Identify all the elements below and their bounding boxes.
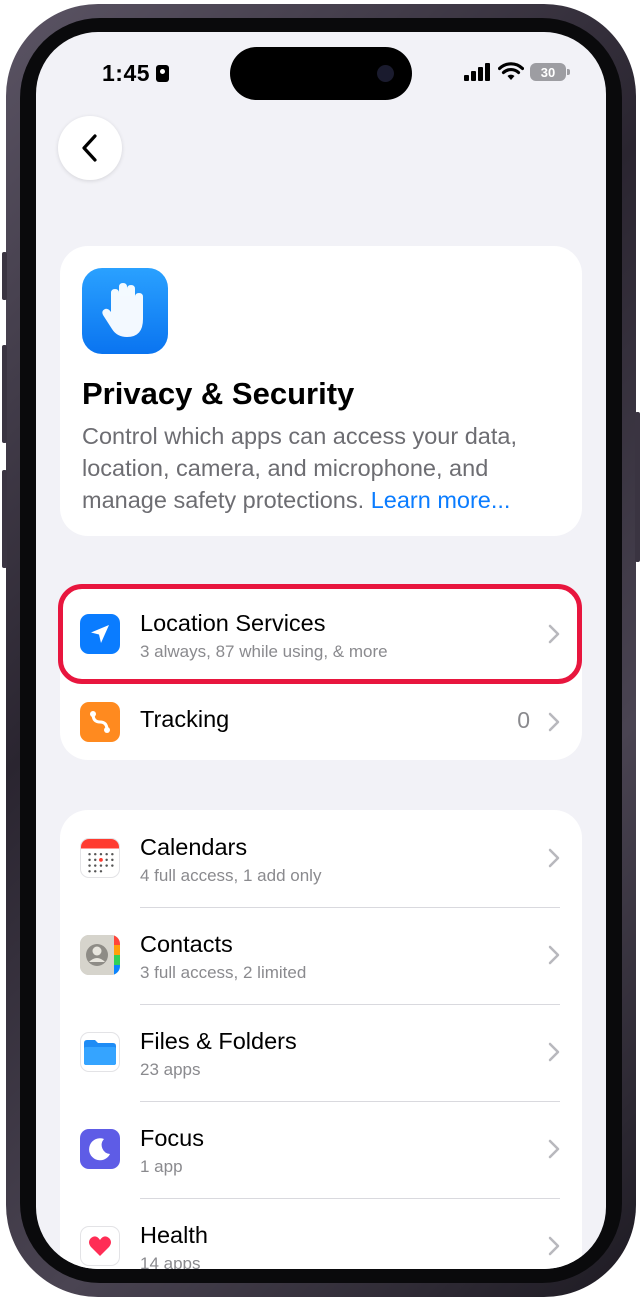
page-title: Privacy & Security <box>82 376 355 411</box>
camera-icon <box>377 65 394 82</box>
time-label: 1:45 <box>102 60 151 86</box>
focus-subtitle: 1 app <box>140 1157 183 1176</box>
status-time: 1:45 <box>102 60 170 87</box>
chevron-right-icon <box>548 712 560 732</box>
dynamic-island <box>230 47 412 100</box>
health-label: Health <box>140 1222 208 1248</box>
contacts-icon <box>80 935 120 975</box>
chevron-right-icon <box>548 945 560 965</box>
moon-icon <box>80 1129 120 1169</box>
screen: 1:45 30 Privacy & Security Control which… <box>36 32 606 1269</box>
privacy-header-card: Privacy & Security Control which apps ca… <box>60 246 582 536</box>
learn-more-link[interactable]: Learn more... <box>371 487 511 513</box>
calendars-row[interactable]: Calendars 4 full access, 1 add only <box>60 810 582 907</box>
tracking-row[interactable]: Tracking 0 <box>60 684 582 760</box>
tracking-icon <box>80 702 120 742</box>
wifi-icon <box>498 62 524 80</box>
chevron-right-icon <box>548 848 560 868</box>
contacts-row[interactable]: Contacts 3 full access, 2 limited <box>60 907 582 1004</box>
side-button <box>635 412 640 562</box>
tracking-label: Tracking <box>140 706 230 732</box>
folder-icon <box>80 1032 120 1072</box>
contact-card-icon <box>156 65 170 82</box>
chevron-right-icon <box>548 1042 560 1062</box>
action-button <box>2 252 7 300</box>
calendars-subtitle: 4 full access, 1 add only <box>140 866 322 885</box>
contacts-label: Contacts <box>140 931 233 957</box>
status-indicators: 30 <box>464 62 570 82</box>
focus-label: Focus <box>140 1125 204 1151</box>
cellular-signal-icon <box>464 63 490 81</box>
calendars-label: Calendars <box>140 834 248 860</box>
contacts-subtitle: 3 full access, 2 limited <box>140 963 307 982</box>
heart-icon <box>80 1226 120 1266</box>
chevron-right-icon <box>548 1236 560 1256</box>
chevron-left-icon <box>82 134 97 162</box>
location-services-highlight <box>58 584 582 684</box>
raised-hand-icon <box>82 268 168 354</box>
volume-down-button <box>2 470 7 568</box>
page-description: Control which apps can access your data,… <box>82 420 562 516</box>
files-folders-subtitle: 23 apps <box>140 1060 201 1079</box>
health-row[interactable]: Health 14 apps <box>60 1198 582 1269</box>
files-folders-label: Files & Folders <box>140 1028 297 1054</box>
battery-indicator: 30 <box>530 63 570 81</box>
back-button[interactable] <box>58 116 122 180</box>
battery-level: 30 <box>540 64 556 80</box>
focus-row[interactable]: Focus 1 app <box>60 1101 582 1198</box>
files-folders-row[interactable]: Files & Folders 23 apps <box>60 1004 582 1101</box>
health-subtitle: 14 apps <box>140 1254 201 1269</box>
calendar-icon <box>80 838 120 878</box>
volume-up-button <box>2 345 7 443</box>
tracking-count: 0 <box>517 707 530 733</box>
chevron-right-icon <box>548 1139 560 1159</box>
data-access-group: Calendars 4 full access, 1 add only Cont <box>60 810 582 1269</box>
